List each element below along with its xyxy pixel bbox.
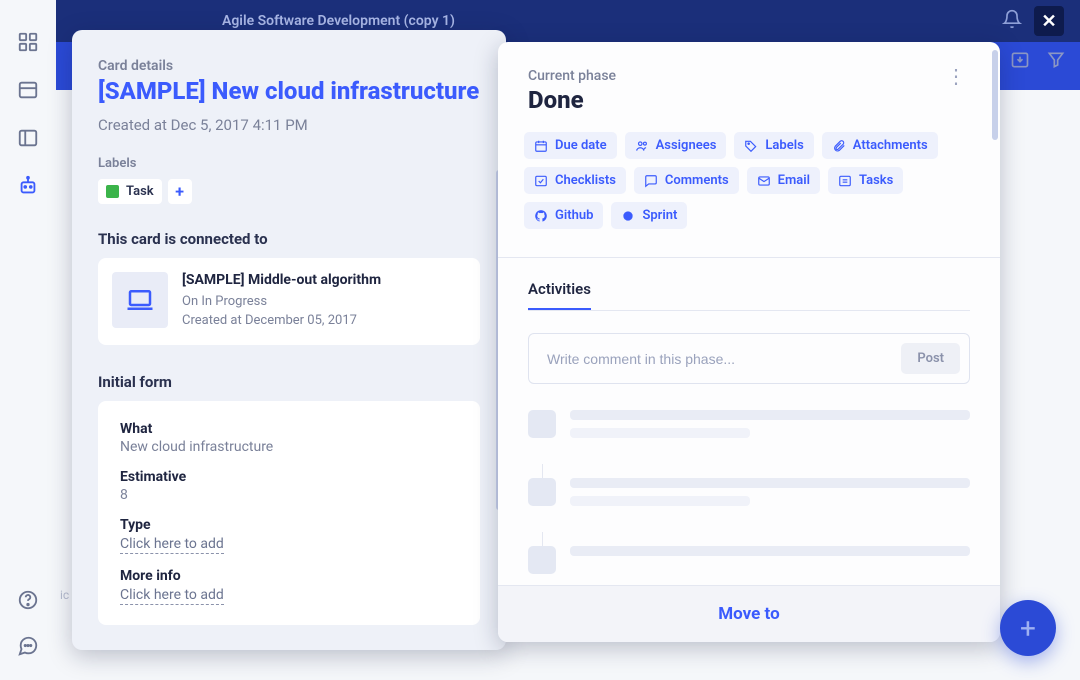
activity-skeleton-list	[528, 410, 970, 574]
add-label-button[interactable]: +	[168, 179, 192, 204]
action-pills: Due date Assignees Labels Attachments Ch…	[498, 132, 1000, 243]
initial-form-heading: Initial form	[98, 373, 480, 391]
close-button[interactable]: ✕	[1034, 6, 1064, 36]
field-type-label: Type	[120, 517, 458, 533]
post-button[interactable]: Post	[901, 343, 960, 374]
current-phase-label: Current phase	[528, 68, 616, 84]
sprint-label: Sprint	[642, 208, 677, 223]
filter-icon[interactable]	[1046, 50, 1066, 74]
label-swatch	[106, 185, 119, 198]
pipe-title: Agile Software Development (copy 1)	[222, 13, 455, 29]
skeleton-line	[570, 496, 750, 506]
field-moreinfo-label: More info	[120, 568, 458, 584]
comment-box: Post	[528, 333, 970, 384]
card-created-at: Created at Dec 5, 2017 4:11 PM	[98, 116, 480, 134]
fab-add-button[interactable]: +	[1000, 600, 1056, 656]
field-type-placeholder[interactable]: Click here to add	[120, 536, 224, 554]
phase-name: Done	[528, 86, 616, 114]
help-icon[interactable]	[14, 586, 42, 614]
tasks-button[interactable]: Tasks	[828, 167, 903, 194]
skeleton-line	[570, 410, 970, 420]
connected-heading: This card is connected to	[98, 230, 480, 248]
chat-icon[interactable]	[14, 632, 42, 660]
connected-card[interactable]: [SAMPLE] Middle-out algorithm On In Prog…	[98, 258, 480, 345]
skeleton-line	[570, 428, 750, 438]
field-estimative-value[interactable]: 8	[120, 487, 458, 503]
skeleton-avatar	[528, 410, 556, 438]
field-estimative-label: Estimative	[120, 469, 458, 485]
timeline-connector	[542, 532, 543, 546]
activity-skeleton	[528, 546, 970, 574]
card-title[interactable]: [SAMPLE] New cloud infrastructure	[98, 78, 480, 106]
activity-skeleton	[528, 478, 970, 514]
activity-skeleton	[528, 410, 970, 446]
comments-button[interactable]: Comments	[634, 167, 739, 194]
tasks-label: Tasks	[859, 173, 893, 188]
timeline-connector	[542, 464, 543, 478]
due-date-label: Due date	[555, 138, 607, 153]
initial-form-panel: What New cloud infrastructure Estimative…	[98, 401, 480, 625]
attachments-label: Attachments	[853, 138, 928, 153]
phase-panel: Current phase Done ⋮ Due date Assignees …	[498, 42, 1000, 642]
email-label: Email	[778, 173, 810, 188]
assignees-button[interactable]: Assignees	[625, 132, 727, 159]
field-what-label: What	[120, 421, 458, 437]
due-date-button[interactable]: Due date	[524, 132, 617, 159]
labels-label: Labels	[765, 138, 803, 153]
assignees-label: Assignees	[656, 138, 717, 153]
label-chip-text: Task	[126, 184, 154, 199]
field-moreinfo-placeholder[interactable]: Click here to add	[120, 587, 224, 605]
github-button[interactable]: Github	[524, 202, 603, 229]
skeleton-avatar	[528, 546, 556, 574]
connected-phase: On In Progress	[182, 292, 381, 312]
skeleton-avatar	[528, 478, 556, 506]
label-chip-task[interactable]: Task	[98, 179, 162, 204]
github-label: Github	[555, 208, 593, 223]
field-what-value[interactable]: New cloud infrastructure	[120, 439, 458, 455]
bell-icon[interactable]	[1002, 9, 1022, 33]
board-icon[interactable]	[14, 124, 42, 152]
sprint-button[interactable]: Sprint	[611, 202, 687, 229]
dashboard-icon[interactable]	[14, 28, 42, 56]
card-details-label: Card details	[98, 58, 480, 74]
laptop-icon	[112, 272, 168, 328]
left-rail	[0, 0, 56, 680]
robot-icon[interactable]	[14, 172, 42, 200]
more-options-icon[interactable]: ⋮	[942, 68, 970, 84]
skeleton-line	[570, 478, 970, 488]
activities-section: Activities Post	[498, 258, 1000, 585]
checklists-label: Checklists	[555, 173, 616, 188]
scrollbar[interactable]	[992, 50, 998, 140]
card-details-panel: Card details [SAMPLE] New cloud infrastr…	[72, 30, 506, 650]
comment-input[interactable]	[547, 351, 901, 367]
move-to-button[interactable]: Move to	[498, 585, 1000, 642]
connected-title: [SAMPLE] Middle-out algorithm	[182, 272, 381, 288]
checklists-button[interactable]: Checklists	[524, 167, 626, 194]
labels-heading: Labels	[98, 156, 480, 171]
email-button[interactable]: Email	[747, 167, 820, 194]
connected-created: Created at December 05, 2017	[182, 311, 381, 331]
tab-activities[interactable]: Activities	[528, 280, 591, 310]
comments-label: Comments	[665, 173, 729, 188]
attachments-button[interactable]: Attachments	[822, 132, 938, 159]
skeleton-line	[570, 546, 970, 556]
import-icon[interactable]	[1010, 50, 1030, 74]
list-icon[interactable]	[14, 76, 42, 104]
labels-button[interactable]: Labels	[734, 132, 813, 159]
faded-text: ic	[60, 588, 69, 602]
toolbar-icons	[1010, 50, 1066, 74]
